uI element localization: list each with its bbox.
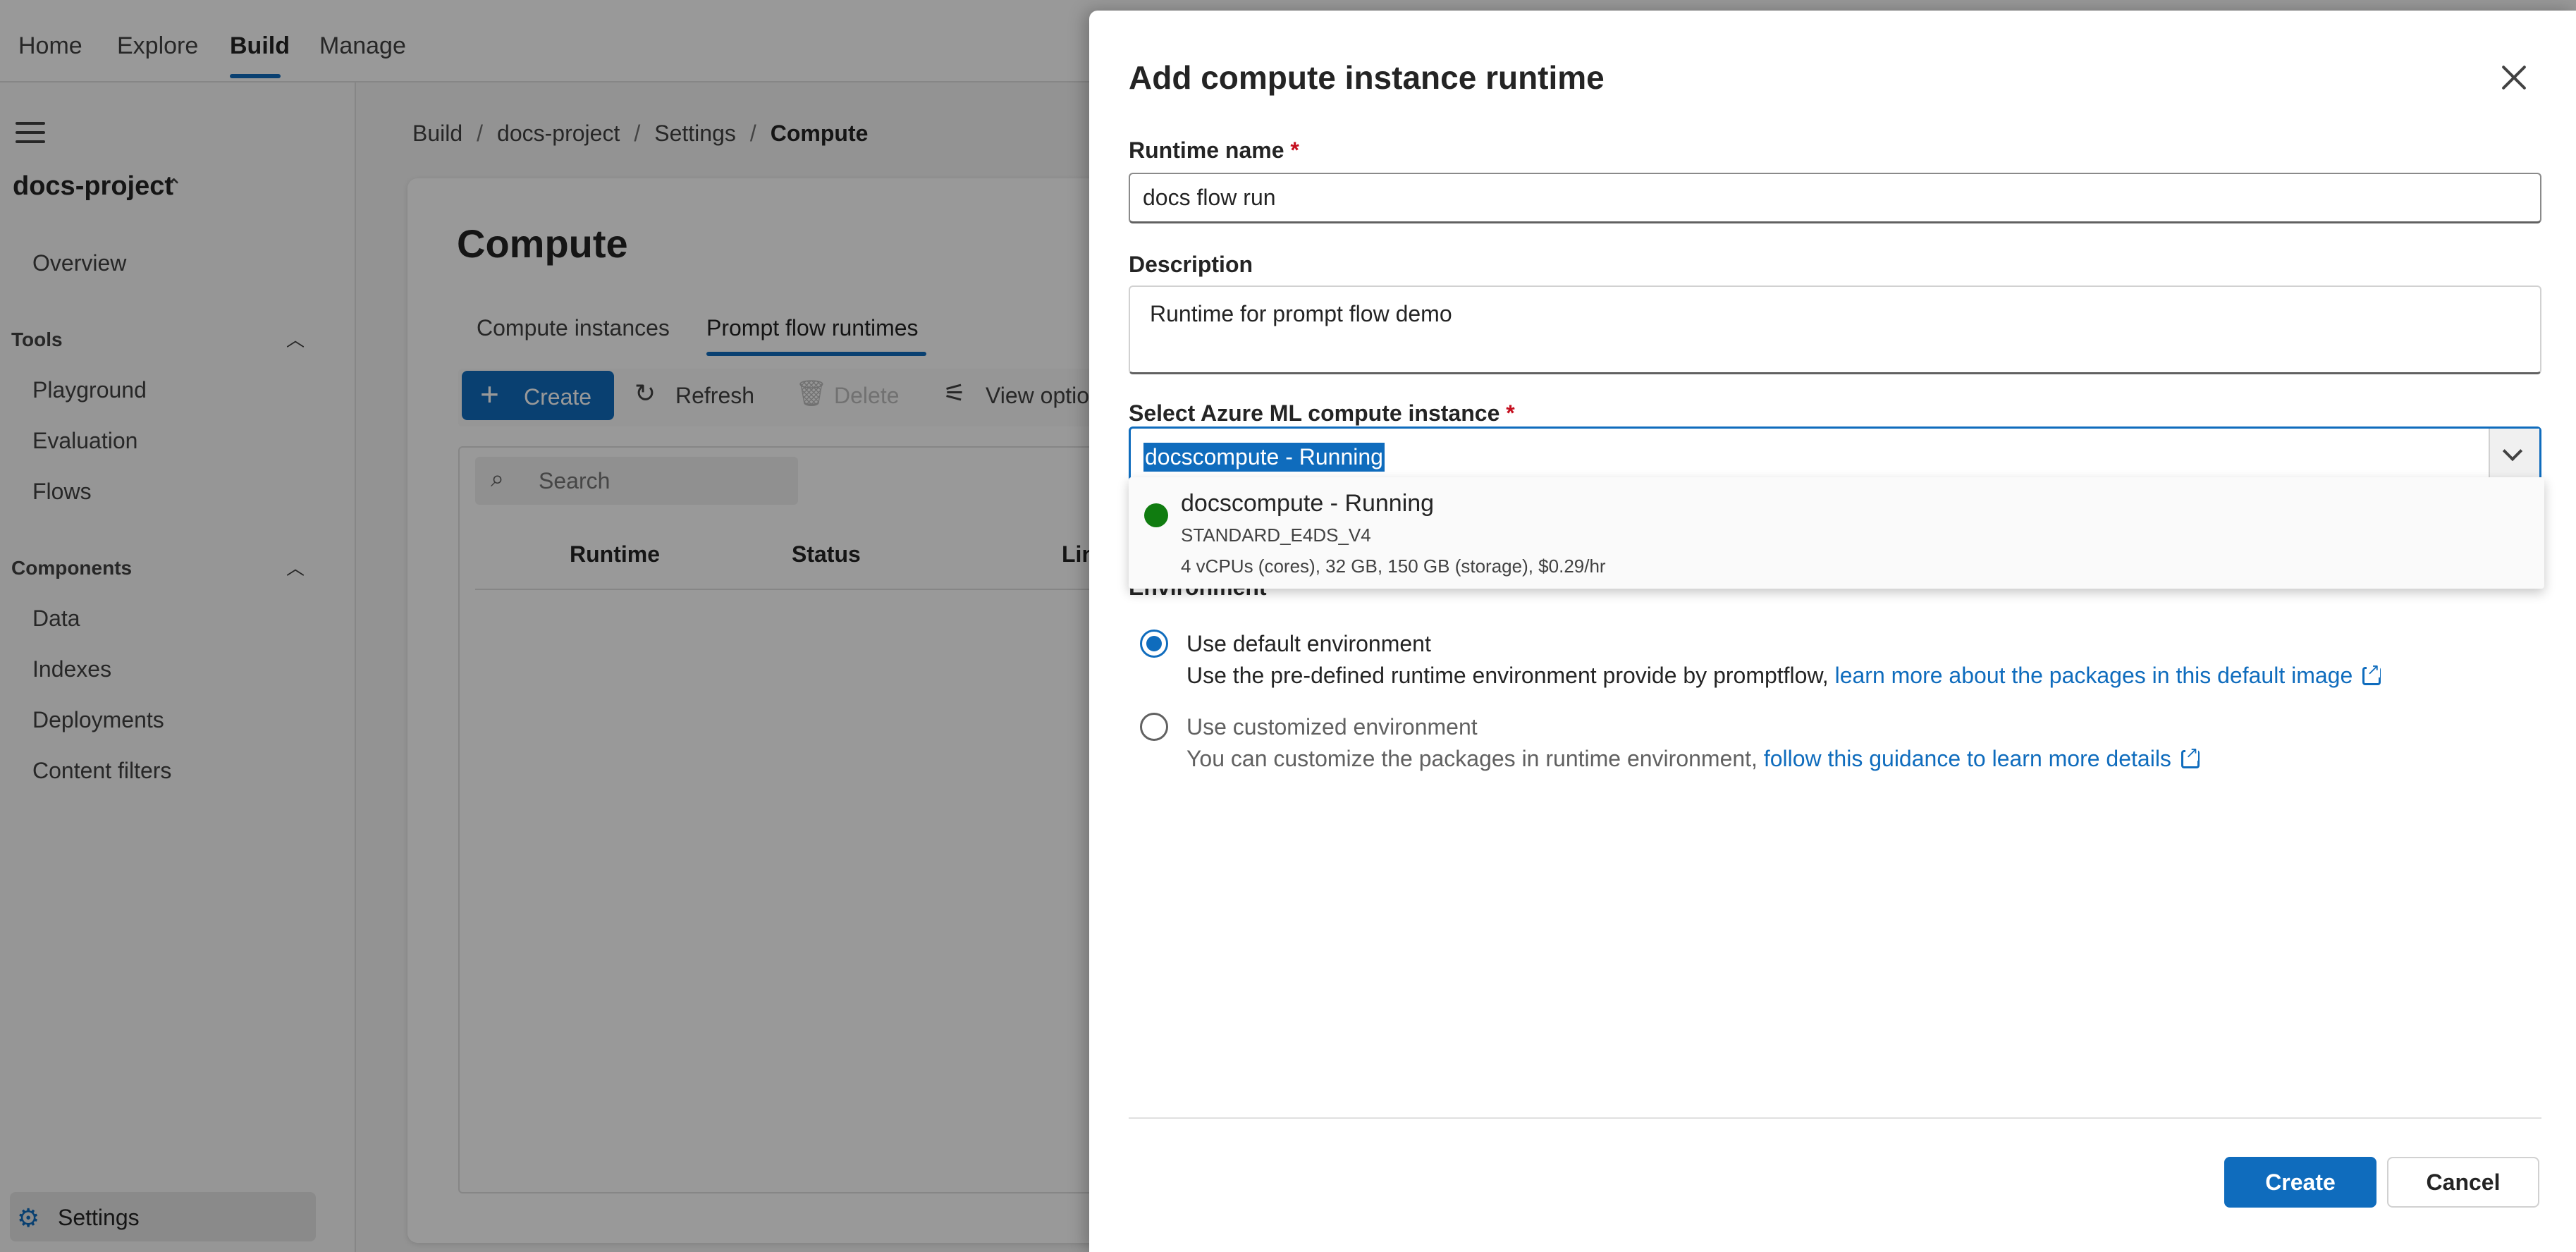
- default-environment-description: Use the pre-defined runtime environment …: [1186, 662, 2381, 689]
- running-status-icon: [1144, 503, 1168, 527]
- description-label: Description: [1129, 252, 1253, 277]
- panel-title: Add compute instance runtime: [1129, 59, 1605, 96]
- default-image-link[interactable]: learn more about the packages in this de…: [1835, 663, 2353, 688]
- external-link-icon: [2181, 745, 2200, 768]
- option-specs: 4 vCPUs (cores), 32 GB, 150 GB (storage)…: [1181, 556, 1606, 577]
- option-title: docscompute - Running: [1181, 490, 1435, 517]
- custom-environment-description: You can customize the packages in runtim…: [1186, 745, 2200, 772]
- description-text: Runtime for prompt flow demo: [1150, 301, 1452, 326]
- chevron-down-icon: [2502, 441, 2523, 462]
- compute-instance-selected: docscompute - Running: [1143, 443, 1385, 472]
- compute-instance-label: Select Azure ML compute instance *: [1129, 400, 1515, 426]
- guidance-link[interactable]: follow this guidance to learn more detai…: [1764, 746, 2171, 771]
- external-link-icon: [2362, 662, 2381, 685]
- dropdown-toggle[interactable]: [2489, 429, 2539, 485]
- close-icon[interactable]: [2496, 60, 2532, 95]
- runtime-name-label: Runtime name *: [1129, 137, 1299, 163]
- radio-default-environment[interactable]: [1140, 630, 1168, 658]
- create-button[interactable]: Create: [2224, 1157, 2376, 1208]
- cancel-button[interactable]: Cancel: [2387, 1157, 2539, 1208]
- runtime-name-input[interactable]: docs flow run: [1129, 173, 2541, 223]
- option-sku: STANDARD_E4DS_V4: [1181, 524, 1371, 546]
- add-runtime-panel: Add compute instance runtime Runtime nam…: [1089, 11, 2576, 1252]
- default-environment-label[interactable]: Use default environment: [1186, 631, 1431, 657]
- footer-divider: [1129, 1117, 2541, 1119]
- radio-custom-environment[interactable]: [1140, 713, 1168, 741]
- compute-instance-dropdown: docscompute - Running STANDARD_E4DS_V4 4…: [1129, 477, 2544, 589]
- description-textarea[interactable]: Runtime for prompt flow demo: [1129, 286, 2541, 374]
- custom-environment-label[interactable]: Use customized environment: [1186, 714, 1478, 740]
